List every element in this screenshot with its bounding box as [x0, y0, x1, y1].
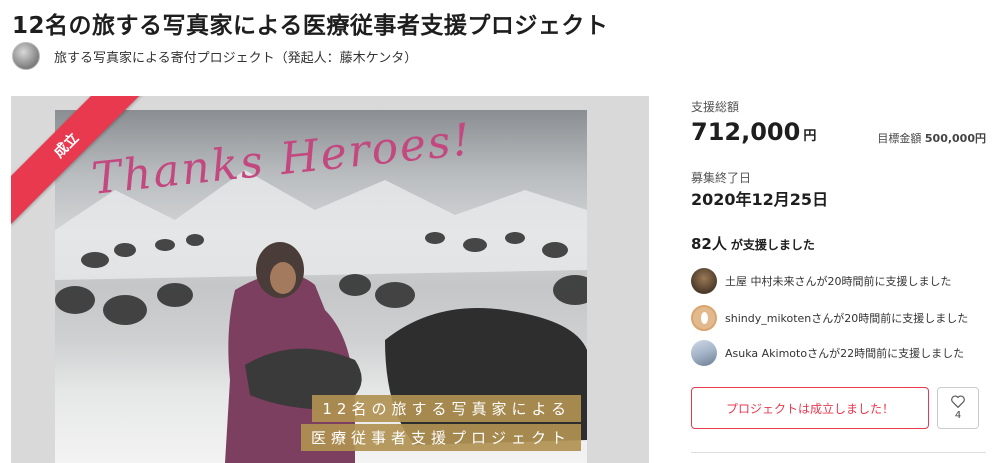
- hero-photo: Thanks Heroes! 12名の旅する写真家による 医療従事者支援プロジェ…: [55, 110, 587, 463]
- total-amount-value: 712,000: [691, 118, 801, 146]
- supporter-item[interactable]: shindy_mikotenさんが20時間前に支援しました: [691, 304, 968, 332]
- caption-line-2: 医療従事者支援プロジェクト: [300, 424, 581, 451]
- supporter-text: Asuka Akimotoさんが22時間前に支援しました: [725, 347, 965, 360]
- total-label: 支援総額: [691, 100, 740, 114]
- supporter-item[interactable]: 土屋 中村未来さんが20時間前に支援しました: [691, 267, 952, 295]
- goal-amount: 目標金額 500,000円: [877, 130, 986, 146]
- hero-image-frame: Thanks Heroes! 12名の旅する写真家による 医療従事者支援プロジェ…: [11, 96, 649, 463]
- supporter-text: shindy_mikotenさんが20時間前に支援しました: [725, 312, 969, 325]
- supporter-text: 土屋 中村未来さんが20時間前に支援しました: [725, 275, 952, 288]
- owner-row[interactable]: 旅する写真家による寄付プロジェクト（発起人：藤木ケンタ）: [12, 42, 417, 70]
- goal-value: 500,000円: [924, 132, 986, 145]
- project-success-button[interactable]: プロジェクトは成立しました！: [691, 387, 929, 429]
- owner-name[interactable]: 旅する写真家による寄付プロジェクト（発起人：藤木ケンタ）: [54, 47, 417, 66]
- backers-count: 82人 が支援しました: [691, 233, 815, 254]
- end-date-value: 2020年12月25日: [691, 190, 829, 209]
- page-title: 12名の旅する写真家による医療従事者支援プロジェクト: [12, 13, 609, 39]
- end-date-label: 募集終了日: [691, 171, 752, 185]
- favorite-count: 4: [954, 410, 962, 421]
- divider: [691, 452, 986, 453]
- total-amount-unit: 円: [803, 129, 817, 144]
- caption-line-1: 12名の旅する写真家による: [312, 395, 581, 422]
- heart-icon: [951, 395, 965, 408]
- supporter-avatar[interactable]: [691, 268, 717, 294]
- supporter-item[interactable]: Asuka Akimotoさんが22時間前に支援しました: [691, 339, 964, 367]
- backers-number: 82人: [691, 235, 727, 253]
- favorite-button[interactable]: 4: [937, 387, 979, 429]
- total-amount: 712,000 円: [691, 118, 816, 146]
- owner-avatar[interactable]: [12, 42, 40, 70]
- goal-label: 目標金額: [877, 132, 922, 145]
- supporter-avatar[interactable]: [691, 305, 717, 331]
- backers-suffix: が支援しました: [730, 238, 815, 252]
- supporter-avatar[interactable]: [691, 340, 717, 366]
